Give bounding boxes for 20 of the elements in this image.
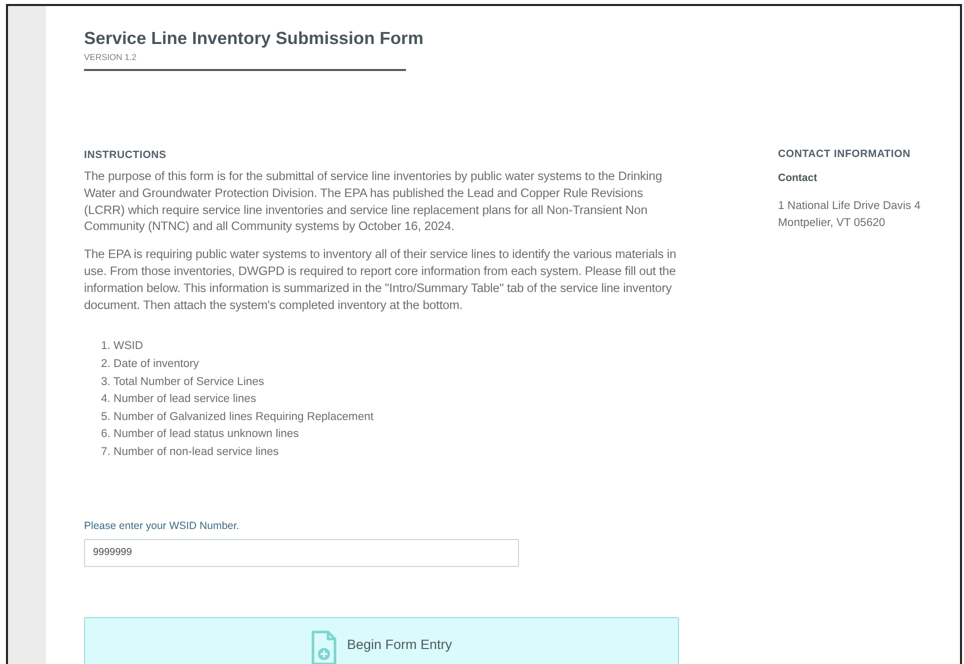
- instructions-paragraph: The purpose of this form is for the submittal of service line inventories by public water systems to the Drinking Water and Groundwater Protection Division. The EPA has published the Lead and Copper Rule Revisions (LCRR) which require service line inventories and service line replacement plans for all Non-Transient Non Community (NTNC) and all Community systems by October 16, 2024.: [84, 168, 664, 236]
- list-item: 3. Total Number of Service Lines: [101, 374, 266, 390]
- wsid-input-field[interactable]: 9999999: [84, 538, 519, 567]
- begin-form-button[interactable]: Begin Form Entry: [84, 616, 679, 664]
- list-item: 5. Number of Galvanized lines Requiring Replacement: [101, 410, 375, 425]
- version-label: VERSION 1.2: [84, 52, 138, 62]
- section-heading: CONTACT INFORMATION: [778, 148, 912, 160]
- list-item: 7. Number of non-lead service lines: [101, 444, 280, 460]
- list-item: 6. Number of lead status unknown lines: [101, 427, 300, 442]
- section-heading: INSTRUCTIONS: [84, 149, 168, 161]
- form-title: Service Line Inventory Submission Form: [84, 28, 424, 49]
- list-item: 2. Date of inventory: [101, 356, 200, 372]
- list-item: 1. WSID: [101, 339, 144, 354]
- contact-name: Contact: [778, 172, 818, 184]
- address-line: 1 National Life Drive Davis 4: [778, 199, 922, 214]
- list-item: 4. Number of lead service lines: [101, 392, 258, 408]
- instructions-paragraph: The EPA is requiring public water systems to inventory all of their service lines to identify the various materials in use. From those inventories, DWGPD is required to report core information from each system. Please fill out the information below. This information is summarized in the "Intro/Summary Table" tab of the service line inventory document. Then attach the system's completed inventory at the bottom.: [84, 246, 678, 314]
- field-label: Please enter your WSID Number.: [84, 520, 240, 532]
- document-add-icon: [310, 630, 337, 664]
- address-line: Montpelier, VT 05620: [778, 216, 886, 230]
